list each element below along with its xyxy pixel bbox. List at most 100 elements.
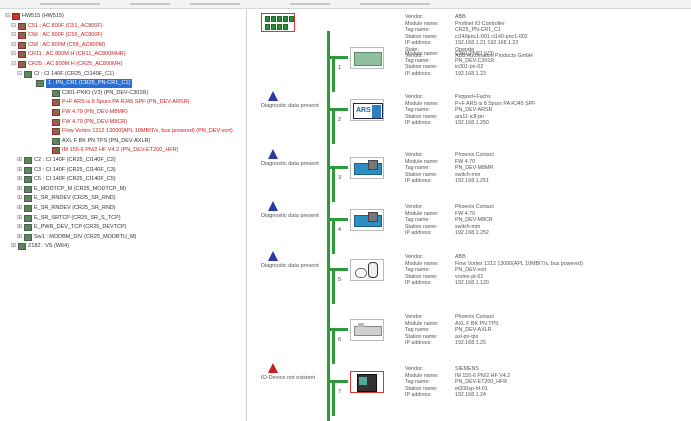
- expand-toggle-icon[interactable]: ⊟: [9, 50, 18, 59]
- device-slot-number: 1: [338, 65, 342, 71]
- tree-item-label: E_SR_RNDEV (CR25_SR_RND): [34, 205, 116, 211]
- abb-io-module-icon[interactable]: [350, 47, 384, 69]
- device-info: Module name: C301-PNIO (V3) Tag name: PN_DE…: [405, 51, 685, 77]
- device-slot-number: 3: [338, 175, 342, 181]
- tree-item-label: C58 : AC 800M (C58_AC800M): [28, 41, 106, 48]
- expand-toggle-icon[interactable]: ⊞: [15, 175, 24, 184]
- warning-icon: [268, 149, 278, 159]
- tree-item[interactable]: IM 155-6 PN/2 HF V4.2 (PN_DEV-ET200_HFR): [43, 145, 179, 155]
- expand-toggle-icon[interactable]: ⊞: [15, 223, 24, 232]
- expand-toggle-icon[interactable]: ⊟: [9, 41, 18, 50]
- bus-branch: [332, 166, 335, 202]
- tree-item[interactable]: ⊞ Z182 : VS (W64): [9, 241, 69, 251]
- tree-item-label: E_MODTCP_M (CR25_MODTCP_M): [34, 185, 126, 192]
- tree-item-label: C2 : CI 140F (CR25_CI140F_C2): [34, 157, 116, 163]
- expand-toggle-icon[interactable]: ⊞: [15, 156, 24, 165]
- profinet-bus-line: [327, 31, 330, 421]
- et200-icon[interactable]: [350, 371, 384, 393]
- bus-coupler-icon[interactable]: [350, 319, 384, 341]
- tree-item-label: CI : CI 140F (CR25_CI140F_C1): [34, 70, 115, 77]
- device-icon: [52, 145, 62, 155]
- device-icon: [24, 232, 34, 241]
- switch-icon[interactable]: [350, 157, 384, 179]
- bus-branch: [332, 268, 335, 304]
- device-icon: [24, 222, 34, 232]
- tree-item-label: C301-PNIO (V3) (PN_DEV-C301R): [62, 89, 149, 96]
- toolbar-segment: [130, 3, 170, 5]
- tree-item-label: E_SR_RNDEV (CR25_SR_RND): [34, 195, 116, 202]
- project-icon: [12, 13, 20, 20]
- tree-item-label: Sw1 : MODBM_DIV (CR25_MODBTU_M): [34, 233, 137, 240]
- expand-toggle-icon[interactable]: ⊞: [15, 166, 24, 175]
- device-status-text: Diagnostic data present: [261, 213, 319, 219]
- device-icon: [24, 203, 34, 212]
- flowmeter-icon[interactable]: [350, 259, 384, 281]
- device-icon: [24, 184, 34, 193]
- tree-item[interactable]: ⊞Sw1 : MODBM_DIV (CR25_MODBTU_M): [15, 232, 137, 242]
- toolbar-segment: [290, 3, 330, 5]
- expand-toggle-icon[interactable]: ⊞: [15, 214, 24, 223]
- tree-item-label: HW515 (HW515): [22, 13, 64, 19]
- tree-item[interactable]: P+F ARS is 8 Spurs PA RJ45 SPF (PN_DEV-A…: [43, 97, 190, 107]
- device-icon: [52, 117, 62, 126]
- toolbar-segment: [40, 3, 100, 5]
- info-label: IP address:: [405, 178, 432, 184]
- tree-item-label: CR11 : AC 800M H (CR11_AC800MHR): [28, 51, 126, 58]
- controller-icon[interactable]: [261, 13, 295, 32]
- ars-coupler-icon[interactable]: ARS: [350, 99, 384, 121]
- switch-icon[interactable]: [350, 209, 384, 231]
- device-info: Vendor: Pepperl+Fuchs Module name: P+F ARS …: [405, 94, 685, 127]
- tree-item[interactable]: ⊟ HW515 (HW515): [3, 12, 64, 21]
- tree-item[interactable]: 1 : PN_CR1 (CR25_PN-CR1_C1): [27, 78, 133, 89]
- device-icon: [18, 30, 28, 40]
- info-label: IP address:: [405, 70, 432, 77]
- expand-toggle-icon[interactable]: ⊞: [15, 194, 24, 203]
- warning-icon: [268, 91, 278, 101]
- tree-item-label: IM 155-6 PN/2 HF V4.2 (PN_DEV-ET200_HFR): [62, 147, 179, 154]
- tree-item-label: CR25 : AC 800M H (CR25_AC800MH): [28, 61, 123, 67]
- expand-toggle-icon[interactable]: ⊟: [9, 22, 18, 31]
- device-icon: [24, 155, 34, 164]
- expand-toggle-icon[interactable]: ⊟: [3, 12, 12, 21]
- device-slot-number: 5: [338, 277, 342, 283]
- device-status-text: Diagnostic data present: [261, 103, 319, 109]
- info-value: 192.168.1.251: [455, 178, 489, 184]
- warning-icon: [268, 201, 278, 211]
- info-value: 192.168.1.23: [455, 70, 486, 77]
- device-info: Vendor: Phoenix Contact Module name: AXL F …: [405, 314, 685, 347]
- info-label: IP address:: [405, 340, 432, 346]
- bus-branch: [332, 218, 335, 254]
- tree-item[interactable]: ⊟ CI : CI 140F (CR25_CI140F_C1): [15, 69, 115, 79]
- tree-item[interactable]: Flow Vortex 1212 13000(APL 10MBIT/s, bus…: [43, 126, 233, 136]
- expand-toggle-icon[interactable]: ⊞: [15, 204, 24, 213]
- device-status-text: IO-Device not existent: [261, 375, 316, 381]
- topology-view: Vendor: ABB Module name: Profinet IO Contr…: [248, 9, 691, 421]
- tree-item-label: FW 4.70 (PN_DEV-M8MR): [62, 109, 128, 115]
- tree-item-label: Z182 : VS (W64): [28, 243, 69, 250]
- device-info: Vendor: Phoenix Contact Module name: FW 4.7…: [405, 204, 685, 237]
- tree-item-label: Flow Vortex 1212 13000(APL 10MBIT/s, bus…: [62, 128, 233, 135]
- info-value: 192.168.1.250: [455, 120, 489, 126]
- device-icon: [18, 21, 28, 30]
- device-slot-number: 4: [338, 227, 342, 233]
- info-value: 192.168.1.25: [455, 340, 486, 346]
- expand-toggle-icon[interactable]: ⊟: [9, 31, 18, 40]
- expand-toggle-icon[interactable]: ⊟: [9, 60, 18, 69]
- warning-icon: [268, 251, 278, 261]
- toolbar-segment: [360, 3, 430, 5]
- device-slot-number: 2: [338, 117, 342, 123]
- toolbar-segment: [190, 3, 240, 5]
- bus-branch: [332, 56, 335, 92]
- device-icon: [18, 40, 28, 49]
- error-icon: [268, 363, 278, 373]
- tree-item-label: AXL F BK PN TPS (PN_DEV-AXLR): [62, 137, 151, 144]
- project-tree[interactable]: ⊟ HW515 (HW515) ⊟ C51 : AC 800F (C51_AC800F…: [0, 9, 247, 421]
- bus-branch: [332, 108, 335, 144]
- expand-toggle-icon[interactable]: ⊞: [15, 185, 24, 194]
- tree-item-label: E_PWR_DEV_TCP (CR25_DEVTCP): [34, 224, 127, 231]
- info-value: 192.168.1.120: [455, 280, 489, 286]
- device-slot-number: 7: [338, 389, 342, 395]
- expand-toggle-icon[interactable]: ⊞: [9, 242, 18, 251]
- expand-toggle-icon[interactable]: ⊟: [15, 70, 24, 79]
- tree-item-label: E_SR_SRTCP (CR25_SR_S_TCP): [34, 214, 121, 221]
